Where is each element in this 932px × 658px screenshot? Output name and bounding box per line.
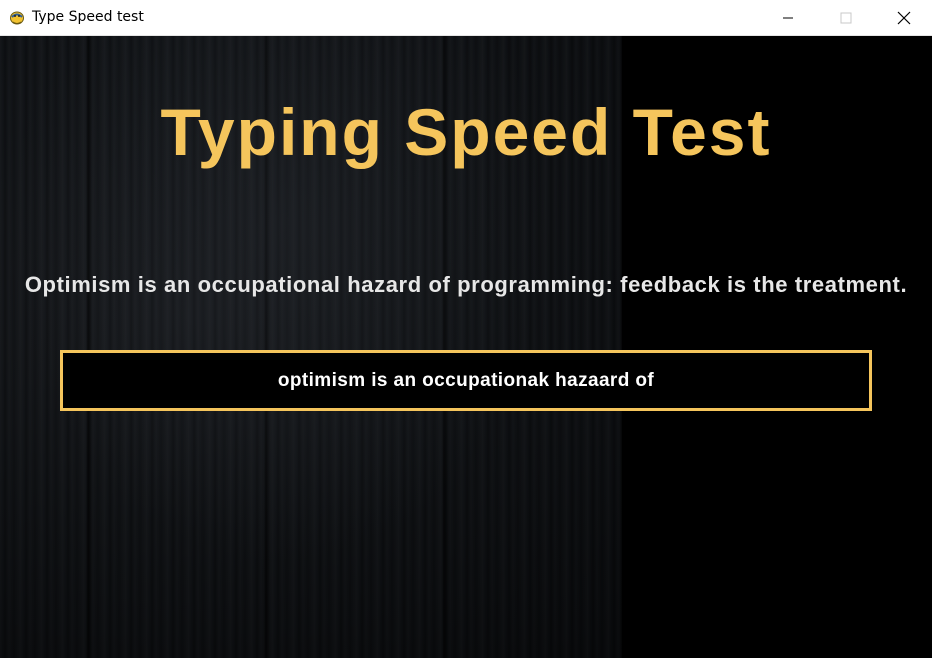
close-button[interactable] bbox=[875, 0, 932, 35]
minimize-icon bbox=[782, 12, 794, 24]
minimize-button[interactable] bbox=[759, 0, 817, 35]
pygame-snake-icon bbox=[8, 8, 26, 26]
maximize-icon bbox=[840, 12, 852, 24]
title-bar[interactable]: Type Speed test bbox=[0, 0, 932, 36]
maximize-button[interactable] bbox=[817, 0, 875, 35]
typing-input-box[interactable]: optimism is an occupationak hazaard of bbox=[60, 350, 872, 411]
typed-text: optimism is an occupationak hazaard of bbox=[277, 369, 655, 391]
page-title: Typing Speed Test bbox=[160, 95, 772, 169]
window-title: Type Speed test bbox=[32, 9, 144, 25]
game-surface[interactable]: Typing Speed Test Optimism is an occupat… bbox=[0, 36, 932, 658]
app-window: Type Speed test Typing Speed Test Optimi… bbox=[0, 0, 932, 658]
close-icon bbox=[897, 11, 911, 25]
target-sentence: Optimism is an occupational hazard of pr… bbox=[24, 272, 908, 297]
